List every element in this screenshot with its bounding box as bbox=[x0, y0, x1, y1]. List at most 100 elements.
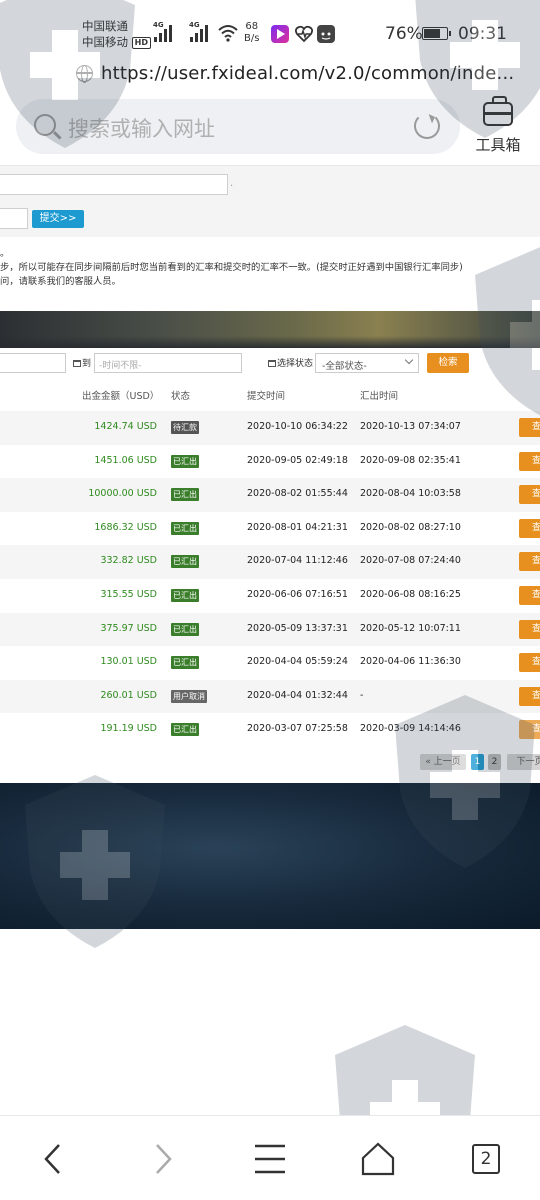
url-bar[interactable]: https://user.fxideal.com/v2.0/common/ind… bbox=[0, 60, 540, 92]
table-row: 1451.06 USD 已汇出 2020-09-05 02:49:18 2020-09… bbox=[0, 444, 540, 479]
web-page: . 提交>> 。 步，所以可能存在同步间隔前后时您当前看到的汇率和提交时的汇率不… bbox=[0, 165, 540, 1115]
end-date-input[interactable]: -时间不限- bbox=[94, 353, 242, 373]
prev-page-button[interactable]: « 上一页 bbox=[420, 754, 466, 770]
view-button[interactable]: 查 bbox=[519, 686, 540, 706]
chevron-down-icon bbox=[404, 355, 414, 365]
page-footer bbox=[0, 783, 540, 929]
row-submit-time: 2020-10-10 06:34:22 bbox=[247, 421, 348, 432]
amount-input[interactable] bbox=[0, 174, 228, 195]
status-badge: 已汇出 bbox=[171, 488, 199, 502]
row-submit-time: 2020-04-04 05:59:24 bbox=[247, 656, 348, 668]
search-input[interactable]: 搜索或输入网址 bbox=[68, 113, 215, 143]
back-button[interactable] bbox=[36, 1141, 72, 1177]
video-app-icon bbox=[271, 25, 289, 43]
forward-button[interactable] bbox=[144, 1141, 180, 1177]
row-submit-time: 2020-04-04 01:32:44 bbox=[247, 689, 348, 701]
row-submit-time: 2020-05-09 13:37:31 bbox=[247, 622, 348, 634]
sig1-label: 4G bbox=[153, 21, 164, 29]
view-button[interactable]: 查 bbox=[519, 653, 540, 673]
row-submit-time: 2020-08-01 04:21:31 bbox=[247, 521, 348, 533]
row-remit-time: 2020-03-09 14:14:46 bbox=[360, 723, 461, 735]
table-row: 1424.74 USD 待汇款 2020-10-10 06:34:22 2020-10… bbox=[0, 411, 540, 445]
calendar-icon bbox=[268, 360, 276, 367]
carrier-1: 中国联通 bbox=[82, 19, 128, 33]
status-bar: 中国联通 中国移动 HD 4G 4G 68 B/s 76% 09:31 bbox=[0, 0, 540, 56]
chevron-left-icon bbox=[44, 1144, 60, 1174]
submit-button[interactable]: 提交>> bbox=[32, 210, 84, 228]
row-remit-time: 2020-08-04 10:03:58 bbox=[360, 488, 461, 500]
row-submit-time: 2020-06-06 07:16:51 bbox=[247, 588, 348, 600]
table-row: 1686.32 USD 已汇出 2020-08-01 04:21:31 2020-08… bbox=[0, 511, 540, 546]
row-amount: 260.01 USD bbox=[100, 689, 157, 701]
header-status: 状态 bbox=[171, 391, 191, 402]
row-amount: 375.97 USD bbox=[100, 622, 157, 634]
globe-icon bbox=[76, 65, 93, 83]
page-url[interactable]: https://user.fxideal.com/v2.0/common/ind… bbox=[101, 63, 514, 84]
tabs-button[interactable]: 2 bbox=[472, 1144, 500, 1174]
refresh-icon[interactable] bbox=[414, 113, 440, 139]
row-amount: 315.55 USD bbox=[100, 588, 157, 600]
view-button[interactable]: 查 bbox=[519, 619, 540, 639]
page-2-button[interactable]: 2 bbox=[488, 754, 501, 770]
status-badge: 已汇出 bbox=[171, 521, 199, 535]
view-button[interactable]: 查 bbox=[519, 552, 540, 572]
status-badge: 已汇出 bbox=[171, 454, 199, 468]
status-badge: 已汇出 bbox=[171, 588, 199, 602]
search-bar[interactable]: 搜索或输入网址 bbox=[16, 99, 460, 154]
view-button[interactable]: 查 bbox=[519, 585, 540, 605]
row-amount: 1424.74 USD bbox=[94, 421, 157, 432]
pagination: « 上一页 1 2 下一页 bbox=[0, 754, 540, 774]
status-select[interactable]: -全部状态- bbox=[315, 353, 419, 373]
header-submit-time: 提交时间 bbox=[247, 391, 286, 402]
sig2-label: 4G bbox=[189, 21, 200, 29]
row-submit-time: 2020-08-02 01:55:44 bbox=[247, 488, 348, 500]
table-row: 260.01 USD 用户取消 2020-04-04 01:32:44- 查 bbox=[0, 679, 540, 714]
header-remit-time: 汇出时间 bbox=[360, 391, 399, 402]
row-remit-time: 2020-05-12 10:07:11 bbox=[360, 622, 461, 634]
filter-bar: 到 -时间不限- 选择状态 -全部状态- 检索 bbox=[0, 349, 540, 379]
hd-badge: HD bbox=[131, 37, 151, 49]
row-remit-time: - bbox=[360, 689, 364, 701]
status-badge: 待汇款 bbox=[171, 421, 199, 434]
view-button[interactable]: 查 bbox=[519, 451, 540, 471]
row-remit-time: 2020-08-02 08:27:10 bbox=[360, 521, 461, 533]
to-label: 到 bbox=[73, 356, 91, 369]
battery-percent: 76% bbox=[385, 24, 423, 44]
status-badge: 已汇出 bbox=[171, 723, 199, 737]
next-page-button[interactable]: 下一页 bbox=[507, 754, 540, 770]
row-remit-time: 2020-10-13 07:34:07 bbox=[360, 421, 461, 432]
net-speed: 68 B/s bbox=[244, 21, 260, 44]
table-row: 375.97 USD 已汇出 2020-05-09 13:37:31 2020-05-… bbox=[0, 612, 540, 647]
code-input[interactable] bbox=[0, 208, 28, 229]
search-button[interactable]: 检索 bbox=[427, 353, 469, 373]
row-amount: 1451.06 USD bbox=[94, 454, 157, 466]
view-button[interactable]: 查 bbox=[519, 518, 540, 538]
view-button[interactable]: 查 bbox=[519, 720, 540, 740]
carrier-info: 中国联通 中国移动 HD bbox=[82, 18, 151, 50]
browser-bottom-nav: 2 bbox=[0, 1115, 540, 1200]
home-button[interactable] bbox=[360, 1141, 396, 1177]
status-filter-label: 选择状态 bbox=[268, 356, 313, 369]
row-amount: 1686.32 USD bbox=[94, 521, 157, 533]
start-date-input[interactable] bbox=[0, 353, 66, 373]
toolbox-label: 工具箱 bbox=[475, 136, 521, 154]
menu-button[interactable] bbox=[252, 1141, 288, 1177]
toolbox-button[interactable]: 工具箱 bbox=[472, 96, 524, 157]
row-remit-time: 2020-07-08 07:24:40 bbox=[360, 555, 461, 567]
view-button[interactable]: 查 bbox=[519, 485, 540, 505]
row-remit-time: 2020-04-06 11:36:30 bbox=[360, 656, 461, 668]
withdraw-form: . 提交>> bbox=[0, 165, 540, 237]
view-button[interactable]: 查 bbox=[519, 418, 540, 437]
row-submit-time: 2020-03-07 07:25:58 bbox=[247, 723, 348, 735]
table-row: 130.01 USD 已汇出 2020-04-04 05:59:24 2020-04-… bbox=[0, 646, 540, 680]
carrier-2: 中国移动 bbox=[82, 35, 128, 49]
form-dot: . bbox=[230, 178, 234, 189]
page-1-button[interactable]: 1 bbox=[471, 754, 484, 770]
row-amount: 10000.00 USD bbox=[88, 488, 157, 500]
status-badge: 已汇出 bbox=[171, 622, 199, 636]
table-row: 191.19 USD 已汇出 2020-03-07 07:25:58 2020-03-… bbox=[0, 713, 540, 747]
row-amount: 130.01 USD bbox=[100, 656, 157, 668]
table-row: 10000.00 USD 已汇出 2020-08-02 01:55:44 2020-0… bbox=[0, 478, 540, 512]
notice-text: 。 步，所以可能存在同步间隔前后时您当前看到的汇率和提交时的汇率不一致。(提交时… bbox=[0, 247, 540, 289]
status-badge: 已汇出 bbox=[171, 656, 199, 670]
